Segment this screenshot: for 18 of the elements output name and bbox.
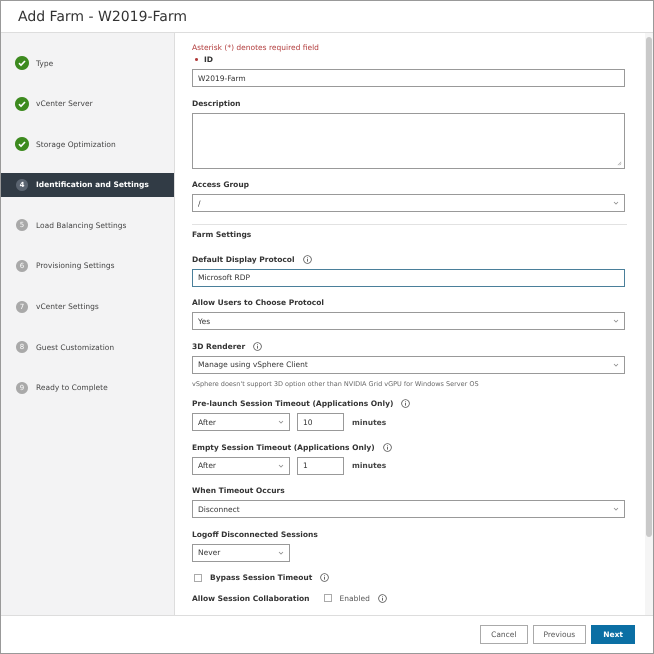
info-icon[interactable] — [320, 573, 330, 582]
info-icon[interactable] — [302, 254, 312, 264]
checkbox[interactable] — [324, 594, 332, 602]
info-icon[interactable] — [378, 594, 387, 602]
info-icon[interactable] — [401, 399, 410, 408]
checkbox[interactable] — [194, 574, 202, 582]
caret-icon — [278, 420, 284, 424]
caret-icon — [613, 201, 619, 205]
info-icon[interactable] — [382, 442, 392, 452]
caret-icon — [613, 507, 619, 511]
caret-icon — [278, 550, 284, 554]
info-icon[interactable] — [253, 342, 262, 350]
text-area[interactable] — [192, 112, 625, 168]
window-title: Add Farm - W2019-Farm — [18, 8, 188, 24]
caret-icon — [278, 464, 284, 468]
caret-icon — [613, 319, 619, 323]
caret-icon — [613, 362, 619, 366]
resize-grip-icon[interactable] — [617, 160, 622, 166]
